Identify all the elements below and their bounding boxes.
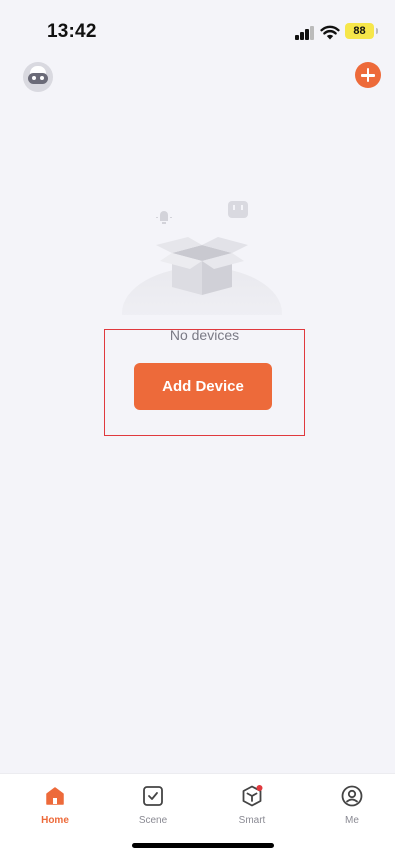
empty-state-message: No devices [169,327,240,343]
app-screen: 13:42 88 No devices Add Device Home Scen… [0,0,395,852]
scene-checkbox-icon [143,786,163,806]
add-device-button[interactable]: Add Device [134,363,272,410]
tab-home-label: Home [41,815,69,826]
tab-scene-label: Scene [138,815,168,826]
battery-icon: 88 [345,23,378,39]
tab-home[interactable]: Home [25,784,85,826]
home-icon [46,787,64,805]
empty-box-illustration [122,201,282,315]
wifi-icon [320,25,340,40]
tab-scene[interactable]: Scene [123,784,183,826]
status-bar: 13:42 88 [0,0,395,60]
tab-bar: Home Scene Smart Me [0,773,395,852]
add-icon[interactable] [355,62,381,88]
avatar-icon[interactable] [23,62,53,92]
profile-icon [341,785,363,807]
status-time: 13:42 [47,21,97,42]
signal-icon [295,26,315,40]
smart-cube-icon [242,785,263,807]
tab-smart[interactable]: Smart [222,784,282,826]
tab-smart-label: Smart [238,815,266,826]
tab-me[interactable]: Me [322,784,382,826]
tab-me-label: Me [345,815,359,826]
home-indicator [132,843,274,848]
